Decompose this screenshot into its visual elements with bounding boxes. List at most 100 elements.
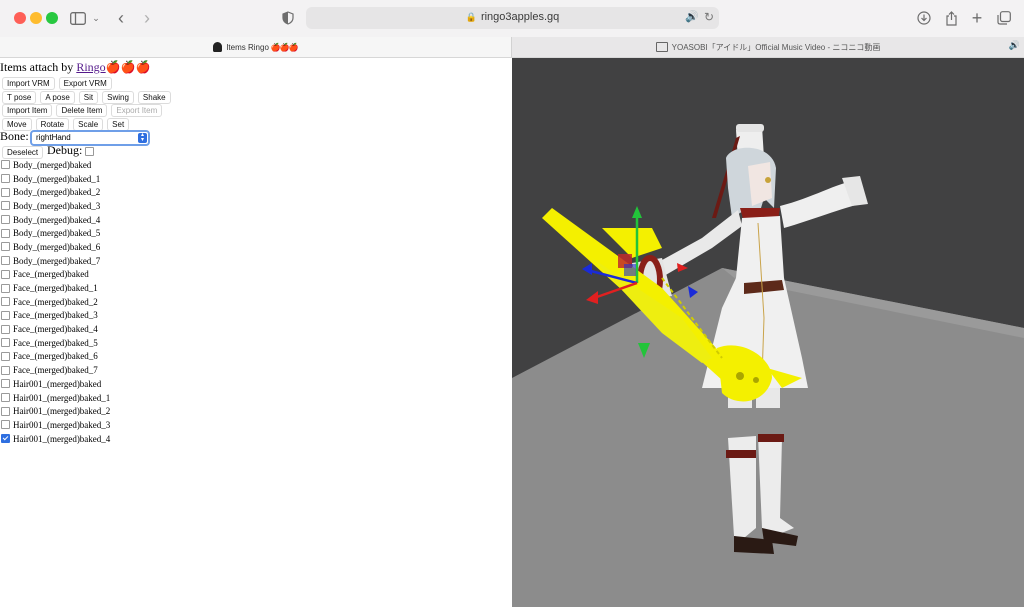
item-row[interactable]: Hair001_(merged)baked bbox=[1, 377, 110, 391]
title-apples: 🍎🍎🍎 bbox=[105, 60, 151, 74]
sidebar-icon[interactable] bbox=[69, 8, 87, 28]
delete-item-button[interactable]: Delete Item bbox=[56, 104, 108, 117]
item-row[interactable]: Hair001_(merged)baked_4 bbox=[1, 432, 110, 446]
item-row[interactable]: Face_(merged)baked bbox=[1, 268, 110, 282]
item-label: Face_(merged)baked_3 bbox=[13, 310, 98, 321]
item-row[interactable]: Body_(merged)baked_6 bbox=[1, 240, 110, 254]
item-checkbox[interactable] bbox=[1, 379, 10, 389]
tabs-overview-icon[interactable] bbox=[996, 8, 1012, 28]
item-label: Face_(merged)baked_4 bbox=[13, 324, 98, 335]
import-item-button[interactable]: Import Item bbox=[2, 104, 53, 117]
item-label: Face_(merged)baked_7 bbox=[13, 365, 98, 376]
item-row[interactable]: Body_(merged)baked_1 bbox=[1, 172, 110, 186]
scene-canvas[interactable] bbox=[512, 58, 1024, 607]
back-icon[interactable]: ‹ bbox=[113, 8, 129, 28]
item-checkbox[interactable] bbox=[1, 310, 10, 320]
item-checkbox[interactable] bbox=[1, 324, 10, 334]
items-page: Items attach by Ringo🍎🍎🍎 Import VRM Expo… bbox=[0, 58, 511, 607]
item-label: Body_(merged)baked_3 bbox=[13, 200, 101, 211]
item-list: Body_(merged)baked Body_(merged)baked_1 Bo… bbox=[1, 158, 110, 445]
a-pose-button[interactable]: A pose bbox=[40, 91, 75, 104]
item-row[interactable]: Face_(merged)baked_3 bbox=[1, 309, 110, 323]
item-label: Body_(merged)baked_7 bbox=[13, 255, 101, 266]
import-vrm-button[interactable]: Import VRM bbox=[2, 77, 55, 90]
minimize-window-button[interactable] bbox=[30, 12, 42, 24]
item-row[interactable]: Body_(merged)baked_4 bbox=[1, 213, 110, 227]
item-label: Face_(merged)baked bbox=[13, 269, 89, 280]
item-row[interactable]: Body_(merged)baked_2 bbox=[1, 185, 110, 199]
item-row[interactable]: Body_(merged)baked_3 bbox=[1, 199, 110, 213]
item-row[interactable]: Hair001_(merged)baked_1 bbox=[1, 391, 110, 405]
new-tab-icon[interactable]: + bbox=[969, 8, 985, 28]
reload-icon[interactable]: ↻ bbox=[704, 10, 714, 24]
item-checkbox[interactable] bbox=[1, 351, 10, 361]
item-row[interactable]: Face_(merged)baked_5 bbox=[1, 336, 110, 350]
tab-items-ringo[interactable]: Items Ringo 🍎🍎🍎 bbox=[0, 37, 512, 57]
speaker-icon[interactable]: 🔊 bbox=[685, 10, 699, 23]
swing-button[interactable]: Swing bbox=[102, 91, 134, 104]
forward-icon[interactable]: › bbox=[139, 8, 155, 28]
page-title: Items attach by Ringo🍎🍎🍎 bbox=[0, 60, 150, 75]
sit-button[interactable]: Sit bbox=[78, 91, 99, 104]
debug-checkbox[interactable] bbox=[85, 147, 94, 156]
item-row[interactable]: Face_(merged)baked_7 bbox=[1, 363, 110, 377]
tab-apples: 🍎🍎🍎 bbox=[270, 42, 299, 52]
item-checkbox[interactable] bbox=[1, 434, 10, 444]
item-row[interactable]: Face_(merged)baked_4 bbox=[1, 322, 110, 336]
item-checkbox[interactable] bbox=[1, 406, 10, 416]
tab-niconico[interactable]: YOASOBI「アイドル」Official Music Video - ニコニコ… bbox=[512, 37, 1024, 57]
item-checkbox[interactable] bbox=[1, 174, 10, 184]
title-prefix: Items attach by bbox=[0, 60, 77, 74]
share-icon[interactable] bbox=[943, 8, 959, 28]
ringo-link[interactable]: Ringo bbox=[76, 60, 105, 74]
export-item-button[interactable]: Export Item bbox=[111, 104, 163, 117]
item-row[interactable]: Face_(merged)baked_2 bbox=[1, 295, 110, 309]
item-label: Body_(merged)baked_4 bbox=[13, 214, 101, 225]
export-vrm-button[interactable]: Export VRM bbox=[58, 77, 112, 90]
item-checkbox[interactable] bbox=[1, 201, 10, 211]
item-row[interactable]: Body_(merged)baked bbox=[1, 158, 110, 172]
item-checkbox[interactable] bbox=[1, 160, 10, 170]
t-pose-button[interactable]: T pose bbox=[2, 91, 37, 104]
item-checkbox[interactable] bbox=[1, 297, 10, 307]
item-row[interactable]: Face_(merged)baked_1 bbox=[1, 281, 110, 295]
item-checkbox[interactable] bbox=[1, 242, 10, 252]
item-label: Hair001_(merged)baked_3 bbox=[13, 419, 111, 430]
item-checkbox[interactable] bbox=[1, 215, 10, 225]
speaker-icon[interactable]: 🔊 bbox=[1009, 40, 1020, 51]
item-checkbox[interactable] bbox=[1, 338, 10, 348]
download-icon[interactable] bbox=[916, 8, 932, 28]
shield-icon[interactable] bbox=[280, 8, 296, 28]
chevron-down-icon[interactable]: ⌄ bbox=[91, 8, 101, 28]
item-checkbox[interactable] bbox=[1, 393, 10, 403]
item-row[interactable]: Body_(merged)baked_5 bbox=[1, 226, 110, 240]
tab-bar: Items Ringo 🍎🍎🍎 YOASOBI「アイドル」Official Mu… bbox=[0, 37, 1024, 58]
item-checkbox[interactable] bbox=[1, 365, 10, 375]
item-checkbox[interactable] bbox=[1, 420, 10, 430]
maximize-window-button[interactable] bbox=[46, 12, 58, 24]
item-label: Body_(merged)baked_5 bbox=[13, 228, 101, 239]
item-row[interactable]: Face_(merged)baked_6 bbox=[1, 350, 110, 364]
gizmo-y-arrow[interactable] bbox=[632, 206, 642, 218]
favicon-avatar-icon bbox=[213, 42, 223, 52]
item-checkbox[interactable] bbox=[1, 256, 10, 266]
close-window-button[interactable] bbox=[14, 12, 26, 24]
item-row[interactable]: Hair001_(merged)baked_2 bbox=[1, 404, 110, 418]
tab-title: Items Ringo bbox=[226, 42, 269, 52]
item-checkbox[interactable] bbox=[1, 187, 10, 197]
item-label: Hair001_(merged)baked bbox=[13, 378, 102, 389]
vrm-button-row: Import VRM Export VRM bbox=[2, 77, 112, 90]
3d-viewport[interactable] bbox=[512, 58, 1024, 607]
item-checkbox[interactable] bbox=[1, 228, 10, 238]
item-checkbox[interactable] bbox=[1, 283, 10, 293]
item-label: Body_(merged)baked_1 bbox=[13, 173, 101, 184]
gizmo-x-arrow[interactable] bbox=[586, 291, 598, 304]
item-label: Face_(merged)baked_2 bbox=[13, 296, 98, 307]
address-bar[interactable]: 🔒 ringo3apples.gq 🔊 ↻ bbox=[306, 7, 719, 29]
shake-button[interactable]: Shake bbox=[137, 91, 171, 104]
item-row[interactable]: Body_(merged)baked_7 bbox=[1, 254, 110, 268]
gizmo-z-arrow[interactable] bbox=[582, 263, 592, 275]
item-checkbox[interactable] bbox=[1, 269, 10, 279]
item-row[interactable]: Hair001_(merged)baked_3 bbox=[1, 418, 110, 432]
tv-icon bbox=[655, 42, 668, 52]
